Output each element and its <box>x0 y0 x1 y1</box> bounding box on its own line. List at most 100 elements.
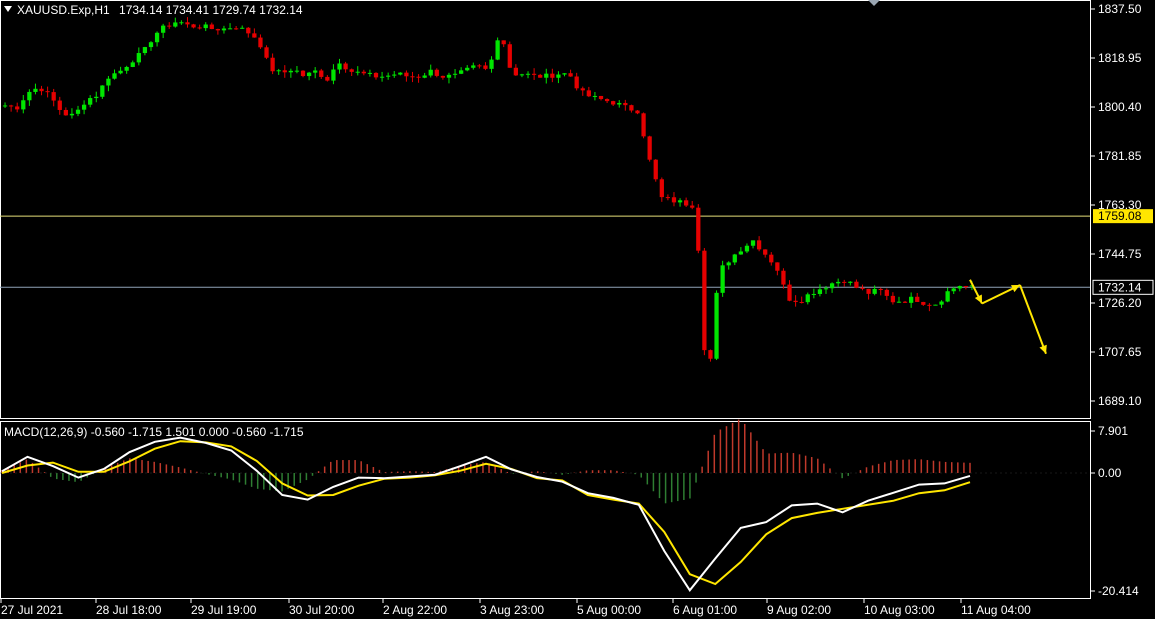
candle-body <box>495 40 500 60</box>
macd-tick-label: -20.414 <box>1098 584 1139 598</box>
candle-body <box>659 179 664 198</box>
candle-body <box>763 249 768 255</box>
candle-body <box>88 98 93 105</box>
candle-body <box>154 32 160 43</box>
candle-body <box>185 22 190 25</box>
candle-body <box>100 85 105 97</box>
time-tick-label: 6 Aug 01:00 <box>673 603 737 617</box>
candle-body <box>306 72 312 77</box>
candle-body <box>562 73 567 75</box>
candle-body <box>769 254 774 263</box>
candle-body <box>598 95 604 100</box>
candle-body <box>81 104 87 110</box>
candle-body <box>136 53 141 63</box>
candle-body <box>872 289 877 294</box>
time-tick-label: 28 Jul 18:00 <box>96 603 162 617</box>
candle-body <box>945 291 950 302</box>
candle-body <box>556 74 561 78</box>
candle-body <box>258 37 263 48</box>
candle-body <box>544 73 549 78</box>
candle-body <box>459 70 464 74</box>
candle-body <box>538 74 543 78</box>
candle-body <box>343 63 348 70</box>
time-tick-label: 2 Aug 22:00 <box>383 603 447 617</box>
candle-body <box>702 250 707 351</box>
hline-price-label-current: 1732.14 <box>1092 279 1154 295</box>
candle-body <box>756 240 762 250</box>
candle-body <box>63 109 68 116</box>
candle-body <box>623 102 628 106</box>
candle-body <box>866 288 871 294</box>
chart-canvas[interactable]: 1759.081732.141837.501818.951800.401781.… <box>0 0 1155 619</box>
candle-body <box>477 65 482 67</box>
candle-body <box>422 75 427 78</box>
candle-body <box>416 76 421 78</box>
candle <box>720 260 725 297</box>
candle-body <box>264 47 269 58</box>
candle-body <box>410 76 415 78</box>
candle-body <box>367 72 373 74</box>
candle-body <box>106 78 111 86</box>
candle-body <box>69 113 75 116</box>
candle <box>647 135 652 162</box>
candle-body <box>240 27 245 29</box>
candle-body <box>890 295 896 303</box>
candle-body <box>684 200 689 206</box>
candle-body <box>842 281 847 283</box>
candle-body <box>519 74 525 76</box>
candle-body <box>203 24 208 29</box>
candle-body <box>452 73 458 75</box>
candle <box>702 248 707 356</box>
candle-body <box>817 289 823 294</box>
candle <box>264 45 269 60</box>
candle-body <box>75 109 81 114</box>
candle-body <box>671 197 677 203</box>
price-tick-label: 1726.20 <box>1098 296 1142 310</box>
candle-body <box>276 70 281 72</box>
symbol-header[interactable]: XAUUSD.Exp,H1 1734.14 1734.41 1729.74 17… <box>4 3 303 17</box>
candle-body <box>921 301 926 305</box>
price-tick-label: 1763.30 <box>1098 198 1142 212</box>
time-tick-label: 29 Jul 19:00 <box>191 603 257 617</box>
candle-body <box>148 42 154 48</box>
candle-body <box>617 102 622 105</box>
chevron-down-icon[interactable] <box>4 6 12 12</box>
candle-body <box>811 293 816 295</box>
candle-body <box>434 69 439 76</box>
candle-body <box>404 72 409 77</box>
candle-body <box>179 22 184 24</box>
candle-body <box>829 283 835 289</box>
candle-body <box>373 72 379 78</box>
candle <box>933 304 938 306</box>
candle-body <box>51 92 56 101</box>
candle-body <box>732 254 737 263</box>
candle-body <box>27 91 32 101</box>
candle-body <box>641 113 646 137</box>
candle-body <box>854 281 859 288</box>
candle <box>495 37 500 61</box>
candle-body <box>963 286 969 288</box>
ohlc-readout: 1734.14 1734.41 1729.74 1732.14 <box>119 3 303 17</box>
candle-body <box>604 99 610 102</box>
candle-body <box>209 24 214 30</box>
candle <box>714 290 719 361</box>
candle-body <box>507 44 512 68</box>
candle <box>653 159 658 182</box>
candle-body <box>629 105 634 111</box>
candle-body <box>282 70 287 73</box>
candle-body <box>142 47 148 54</box>
candle-body <box>337 63 342 70</box>
candle-body <box>173 22 178 27</box>
candle-body <box>951 288 956 292</box>
candle-body <box>653 159 658 180</box>
candle-body <box>331 69 336 81</box>
candle-body <box>884 289 889 296</box>
candle-body <box>738 251 744 255</box>
candle-body <box>574 76 579 89</box>
candle-body <box>665 197 671 199</box>
hline-price-text-current: 1732.14 <box>1098 280 1142 294</box>
candle-body <box>775 262 780 271</box>
candle-body <box>288 70 293 73</box>
candle-body <box>902 301 908 303</box>
candle-body <box>191 24 196 28</box>
